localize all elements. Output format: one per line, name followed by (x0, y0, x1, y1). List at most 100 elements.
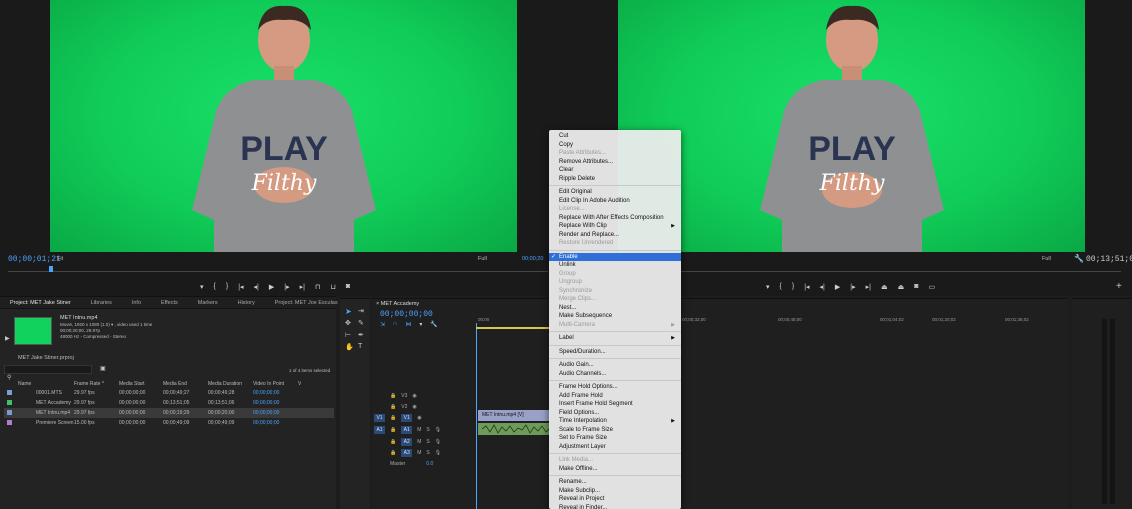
go-to-in-icon[interactable]: |◂ (804, 283, 809, 291)
tab-project-2[interactable]: Project: MET Joe Esculas (265, 300, 348, 306)
new-bin-icon[interactable]: ▣ (100, 365, 106, 372)
ripple-edit-icon[interactable]: ✥ (345, 319, 351, 327)
program-scrubber[interactable] (681, 268, 1121, 272)
menu-item-nest[interactable]: Nest... (549, 304, 681, 313)
table-row[interactable]: 00001.MTS 29.97 fps 00;00;00;00 00;00;49;27… (4, 388, 334, 398)
selection-tool-icon[interactable]: ➤ (345, 307, 352, 316)
source-quality-select[interactable]: Full (478, 256, 487, 262)
menu-item-reveal-in-project[interactable]: Reveal in Project (549, 495, 681, 504)
step-forward-icon[interactable]: |▸ (284, 283, 289, 291)
menu-item-set-to-frame-size[interactable]: Set to Frame Size (549, 434, 681, 443)
menu-item-audio-gain[interactable]: Audio Gain... (549, 361, 681, 370)
program-video-frame[interactable]: PLAY Filthy (618, 0, 1085, 252)
marker-icon[interactable]: ▾ (200, 283, 204, 291)
mic-icon[interactable]: 🎙 (435, 427, 441, 433)
source-playhead[interactable] (49, 266, 53, 272)
source-patch-a1[interactable]: A1 (374, 426, 385, 434)
play-thumb-icon[interactable]: ▶ (5, 335, 10, 342)
lock-icon[interactable]: 🔒 (390, 404, 396, 410)
master-value[interactable]: 0.0 (426, 461, 433, 467)
lock-icon[interactable]: 🔒 (390, 415, 396, 421)
track-select-icon[interactable]: ⇥ (358, 307, 364, 315)
type-tool-icon[interactable]: T (358, 343, 362, 350)
mic-icon[interactable]: 🎙 (435, 439, 441, 445)
lock-icon[interactable]: 🔒 (390, 393, 396, 399)
snap-icon[interactable]: ∩ (393, 321, 397, 328)
menu-item-replace-with-clip[interactable]: Replace With Clip ▶ (549, 222, 681, 231)
source-patch-v1[interactable]: V1 (374, 414, 385, 422)
lock-icon[interactable]: 🔒 (390, 450, 396, 456)
menu-item-audio-channels[interactable]: Audio Channels... (549, 370, 681, 379)
play-icon[interactable]: ▶ (835, 283, 840, 291)
in-point-icon[interactable]: { (780, 283, 782, 291)
compare-icon[interactable]: ▭ (928, 283, 935, 291)
menu-item-rename[interactable]: Rename... (549, 478, 681, 487)
export-frame-icon[interactable]: ◙ (914, 283, 918, 291)
col-frame-rate[interactable]: Frame Rate ^ (74, 381, 119, 387)
menu-item-make-offline[interactable]: Make Offline... (549, 465, 681, 474)
mute-icon[interactable]: M (417, 439, 421, 445)
out-point-icon[interactable]: } (792, 283, 794, 291)
tab-libraries[interactable]: Libraries (81, 300, 122, 306)
menu-item-cut[interactable]: Cut (549, 132, 681, 141)
go-to-out-icon[interactable]: ▸| (300, 283, 305, 291)
tab-effects[interactable]: Effects (151, 300, 188, 306)
wrench-icon[interactable]: 🔧 (1074, 254, 1084, 263)
solo-icon[interactable]: S (426, 439, 429, 445)
go-to-out-icon[interactable]: ▸| (866, 283, 871, 291)
menu-item-frame-hold-options[interactable]: Frame Hold Options... (549, 383, 681, 392)
video-clip[interactable]: MET Intnu.mp4 [V] (478, 410, 550, 421)
step-back-icon[interactable]: ◂| (254, 283, 259, 291)
menu-item-adjustment-layer[interactable]: Adjustment Layer (549, 443, 681, 452)
mute-icon[interactable]: M (417, 427, 421, 433)
tab-info[interactable]: Info (122, 300, 151, 306)
out-point-icon[interactable]: } (226, 283, 228, 291)
timeline-timecode[interactable]: 00;00;00;00 (380, 310, 433, 319)
col-media-start[interactable]: Media Start (119, 381, 163, 387)
col-media-duration[interactable]: Media Duration (208, 381, 253, 387)
menu-item-label[interactable]: Label ▶ (549, 334, 681, 343)
go-to-in-icon[interactable]: |◂ (238, 283, 243, 291)
tab-history[interactable]: History (228, 300, 265, 306)
col-video-in[interactable]: Video In Point (253, 381, 298, 387)
source-fit-select[interactable]: Fit (57, 256, 63, 262)
step-back-icon[interactable]: ◂| (820, 283, 825, 291)
menu-item-make-subclip[interactable]: Make Subclip... (549, 487, 681, 496)
eye-icon[interactable]: ◉ (412, 404, 416, 410)
razor-icon[interactable]: ✎ (358, 319, 364, 327)
solo-icon[interactable]: S (426, 450, 429, 456)
menu-item-field-options[interactable]: Field Options... (549, 409, 681, 418)
tab-project[interactable]: Project: MET Jake Stiner (0, 300, 81, 306)
menu-item-make-subsequence[interactable]: Make Subsequence (549, 312, 681, 321)
menu-item-reveal-in-finder[interactable]: Reveal in Finder... (549, 504, 681, 509)
menu-item-ripple-delete[interactable]: Ripple Delete (549, 175, 681, 184)
menu-item-edit-clip-in-adobe-audition[interactable]: Edit Clip In Adobe Audition (549, 197, 681, 206)
lock-icon[interactable]: 🔒 (390, 427, 396, 433)
add-button-icon[interactable]: + (1116, 281, 1122, 292)
hand-tool-icon[interactable]: ✋ (345, 343, 354, 351)
menu-item-copy[interactable]: Copy (549, 141, 681, 150)
label-color-swatch[interactable] (7, 399, 12, 405)
lock-icon[interactable]: 🔒 (390, 439, 396, 445)
marker-icon[interactable]: ▾ (766, 283, 770, 291)
linked-selection-icon[interactable]: ⋈ (405, 321, 411, 328)
menu-item-remove-attributes[interactable]: Remove Attributes... (549, 158, 681, 167)
track-v1-label[interactable]: V1 (401, 414, 413, 422)
source-video-frame[interactable]: PLAY Filthy (50, 0, 517, 252)
mute-icon[interactable]: M (417, 450, 421, 456)
menu-item-render-and-replace[interactable]: Render and Replace... (549, 231, 681, 240)
audio-clip[interactable] (478, 423, 550, 435)
table-row[interactable]: MET Accademy 29.97 fps 00;00;00;00 00;13;51… (4, 398, 334, 408)
timeline-playhead[interactable] (476, 323, 477, 509)
in-point-icon[interactable]: { (214, 283, 216, 291)
program-quality-select[interactable]: Full (1042, 256, 1051, 262)
timeline-settings-icon[interactable]: 🔧 (430, 321, 437, 328)
track-a1-label[interactable]: A1 (401, 426, 413, 434)
table-row[interactable]: Premiere Screen Cast.mov15.00 fps 00;00;0… (4, 418, 334, 428)
add-marker-icon[interactable]: ▾ (419, 321, 422, 328)
track-a3-label[interactable]: A3 (401, 449, 413, 457)
tab-markers[interactable]: Markers (188, 300, 228, 306)
col-v[interactable]: V (298, 381, 301, 387)
slip-tool-icon[interactable]: ⊢ (345, 331, 351, 339)
menu-item-edit-original[interactable]: Edit Original (549, 188, 681, 197)
